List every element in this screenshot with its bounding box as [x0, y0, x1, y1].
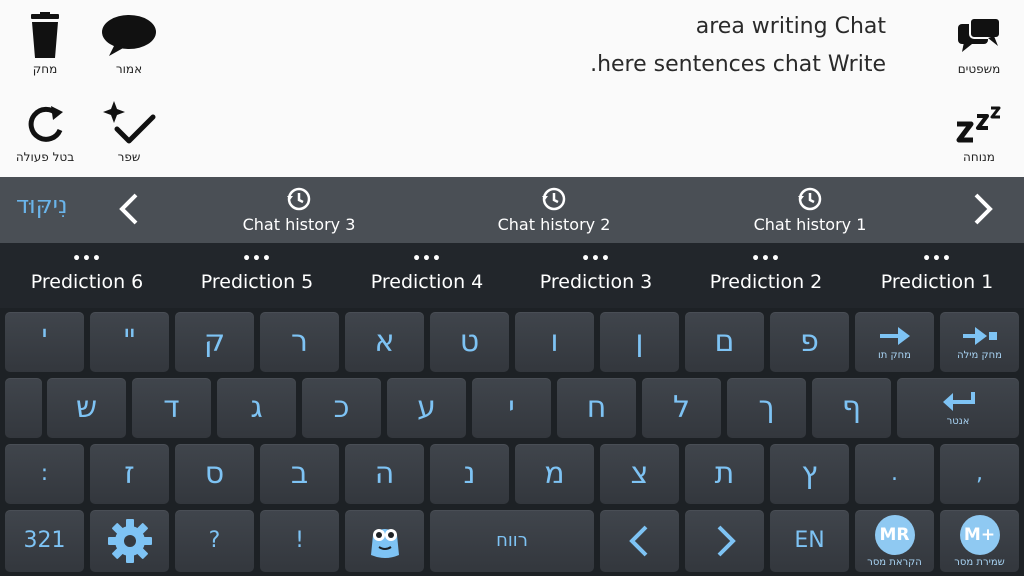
gear-icon	[107, 519, 152, 563]
key[interactable]: פ	[770, 312, 849, 372]
question-key[interactable]: ?	[175, 510, 254, 572]
numbers-button[interactable]: 321	[5, 510, 84, 572]
say-button[interactable]: אמור	[94, 10, 164, 76]
delete-word-button[interactable]: מחק מילה	[940, 312, 1019, 372]
history-prev-chevron-icon[interactable]	[114, 191, 146, 227]
prediction-bar: ••• Prediction 6 ••• Prediction 5 ••• Predi…	[0, 243, 1024, 308]
key[interactable]: ה	[345, 444, 424, 504]
prediction-item[interactable]: ••• Prediction 2	[681, 251, 851, 293]
improve-label: שפר	[117, 150, 141, 164]
key[interactable]: ק	[175, 312, 254, 372]
key[interactable]: ג	[217, 378, 296, 438]
key[interactable]: ר	[260, 312, 339, 372]
prediction-item[interactable]: ••• Prediction 4	[342, 251, 512, 293]
chevron-left-icon	[628, 525, 647, 557]
improve-button[interactable]: שפר	[94, 98, 164, 164]
key-spacer	[5, 378, 42, 438]
speech-bubble-icon	[94, 10, 164, 62]
key[interactable]: ן	[600, 312, 679, 372]
sleep-zzz-icon	[944, 98, 1014, 150]
chat-history-item[interactable]: Chat history 3	[209, 185, 389, 234]
key[interactable]: נ	[430, 444, 509, 504]
key[interactable]: ד	[132, 378, 211, 438]
sparkle-check-icon	[94, 98, 164, 150]
language-button[interactable]: EN	[770, 510, 849, 572]
chat-writing-area[interactable]: area writing Chat .here sentences chat W…	[590, 8, 886, 84]
key[interactable]: ת	[685, 444, 764, 504]
owl-mascot-icon	[370, 529, 399, 558]
key[interactable]: ו	[515, 312, 594, 372]
prediction-item[interactable]: ••• Prediction 6	[2, 251, 172, 293]
message-line-2: .here sentences chat Write	[590, 52, 886, 77]
cursor-right-button[interactable]	[685, 510, 764, 572]
delete-word-arrow-icon	[962, 326, 997, 345]
delete-label: מחק	[32, 62, 58, 76]
enter-button[interactable]: אנטר	[897, 378, 1019, 438]
rest-label: מנוחה	[963, 150, 995, 164]
sentences-button[interactable]: משפטים	[944, 10, 1014, 76]
chat-history-item[interactable]: Chat history 2	[464, 185, 644, 234]
key[interactable]: ש	[47, 378, 126, 438]
key[interactable]: ל	[642, 378, 721, 438]
prediction-item[interactable]: ••• Prediction 3	[511, 251, 681, 293]
rest-button[interactable]: מנוחה	[944, 98, 1014, 164]
prediction-item[interactable]: ••• Prediction 5	[172, 251, 342, 293]
key[interactable]: ז	[90, 444, 169, 504]
save-message-button[interactable]: M+ שמירת מסר	[940, 510, 1019, 572]
key[interactable]: א	[345, 312, 424, 372]
history-clock-icon	[209, 185, 389, 213]
key[interactable]: "	[90, 312, 169, 372]
sentences-label: משפטים	[957, 62, 1001, 76]
history-next-chevron-icon[interactable]	[966, 191, 998, 227]
key[interactable]: ם	[685, 312, 764, 372]
key[interactable]: .	[855, 444, 934, 504]
key[interactable]: :	[5, 444, 84, 504]
niqqud-button[interactable]: נִיקּוּד	[16, 191, 68, 219]
key[interactable]: ף	[812, 378, 891, 438]
key[interactable]: י	[472, 378, 551, 438]
enter-arrow-icon	[943, 391, 975, 411]
arrow-right-icon	[879, 326, 910, 345]
delete-char-button[interactable]: מחק תו	[855, 312, 934, 372]
delete-button[interactable]: מחק	[10, 10, 80, 76]
history-clock-icon	[720, 185, 900, 213]
history-clock-icon	[464, 185, 644, 213]
chevron-right-icon	[717, 525, 736, 557]
key[interactable]: כ	[302, 378, 381, 438]
key[interactable]: ץ	[770, 444, 849, 504]
mplus-badge: M+	[959, 514, 1000, 555]
key[interactable]: ך	[727, 378, 806, 438]
top-panel: מחק אמור בטל פעולה שפר area writing Chat…	[0, 0, 1024, 177]
undo-label: בטל פעולה	[15, 150, 75, 164]
key[interactable]: '	[5, 312, 84, 372]
cursor-left-button[interactable]	[600, 510, 679, 572]
undo-icon	[10, 98, 80, 150]
settings-button[interactable]	[90, 510, 169, 572]
key[interactable]: ס	[175, 444, 254, 504]
message-line-1: area writing Chat	[695, 14, 886, 39]
key[interactable]: ע	[387, 378, 466, 438]
key[interactable]: ט	[430, 312, 509, 372]
key[interactable]: צ	[600, 444, 679, 504]
read-message-button[interactable]: MR הקראת מסר	[855, 510, 934, 572]
chat-history-bar: נִיקּוּד Chat history 3 Chat history 2 C…	[0, 177, 1024, 243]
trash-icon	[10, 10, 80, 62]
undo-button[interactable]: בטל פעולה	[10, 98, 80, 164]
say-label: אמור	[115, 62, 143, 76]
exclaim-key[interactable]: !	[260, 510, 339, 572]
key[interactable]: ב	[260, 444, 339, 504]
key[interactable]: ח	[557, 378, 636, 438]
key[interactable]: מ	[515, 444, 594, 504]
prediction-item[interactable]: ••• Prediction 1	[852, 251, 1022, 293]
space-button[interactable]: רווח	[430, 510, 594, 572]
chat-history-item[interactable]: Chat history 1	[720, 185, 900, 234]
hebrew-keyboard: ' " ק ר א ט ו ן ם פ מחק תו מחק מילה ש ד …	[0, 308, 1024, 576]
chat-bubbles-icon	[944, 10, 1014, 62]
mr-badge: MR	[874, 514, 915, 555]
emoji-button[interactable]	[345, 510, 424, 572]
key[interactable]: ,	[940, 444, 1019, 504]
